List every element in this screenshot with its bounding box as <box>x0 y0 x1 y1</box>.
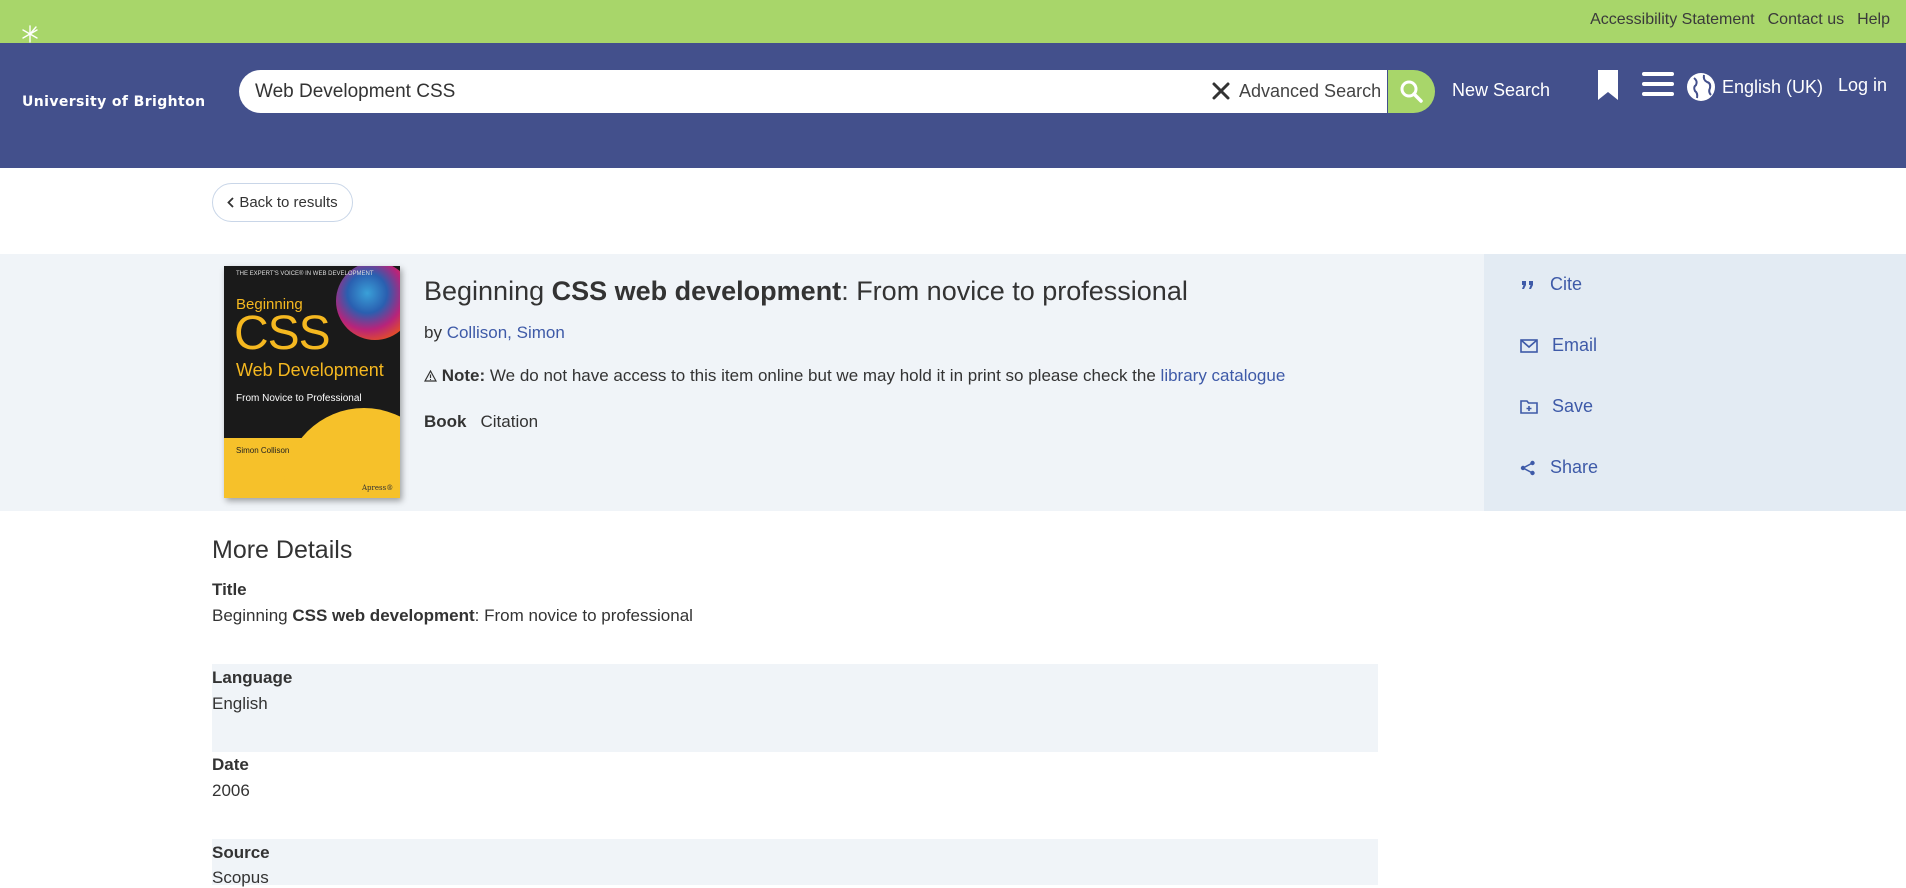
logo-star-icon <box>22 25 38 43</box>
cover-author: Simon Collison <box>236 446 290 455</box>
byline: by Collison, Simon <box>424 323 565 343</box>
by-label: by <box>424 323 442 342</box>
author-link[interactable]: Collison, Simon <box>447 323 565 342</box>
cover-topline: THE EXPERT'S VOICE® IN WEB DEVELOPMENT <box>236 271 374 277</box>
accessibility-statement-link[interactable]: Accessibility Statement <box>1590 11 1755 29</box>
hamburger-menu-icon[interactable] <box>1642 71 1674 97</box>
cover-globe-graphic <box>336 266 400 340</box>
login-link[interactable]: Log in <box>1838 75 1887 96</box>
library-catalogue-link[interactable]: library catalogue <box>1161 366 1286 385</box>
language-selector[interactable]: English (UK) <box>1686 72 1823 102</box>
detail-title-value: Beginning CSS web development: From novi… <box>212 606 693 626</box>
detail-row-source: Source Scopus <box>212 839 1378 888</box>
save-label: Save <box>1552 396 1594 416</box>
format-type: Book <box>424 412 467 431</box>
bookmark-icon[interactable] <box>1597 69 1619 101</box>
more-details-heading: More Details <box>212 536 353 564</box>
cite-action[interactable]: Cite <box>1520 274 1582 295</box>
save-action[interactable]: Save <box>1520 396 1593 417</box>
cover-publisher: Apress® <box>362 484 394 492</box>
chevron-left-icon <box>227 197 234 208</box>
record-title[interactable]: Beginning CSS web development: From novi… <box>424 276 1188 307</box>
detail-date-label: Date <box>212 755 249 774</box>
detail-source-label: Source <box>212 843 270 862</box>
detail-title-pre: Beginning <box>212 606 293 625</box>
detail-row-language: Language English <box>212 664 1378 752</box>
clear-search-icon[interactable] <box>1209 79 1233 103</box>
warning-icon <box>423 369 438 382</box>
share-action[interactable]: Share <box>1520 457 1598 478</box>
language-label: English (UK) <box>1722 76 1824 97</box>
detail-date-value: 2006 <box>212 781 250 800</box>
book-cover[interactable]: THE EXPERT'S VOICE® IN WEB DEVELOPMENT B… <box>224 266 400 498</box>
contact-us-link[interactable]: Contact us <box>1768 11 1844 29</box>
envelope-icon <box>1520 338 1538 353</box>
email-action[interactable]: Email <box>1520 335 1597 356</box>
email-label: Email <box>1552 335 1598 355</box>
detail-title-post: : From novice to professional <box>474 606 693 625</box>
cover-line2: CSS <box>234 307 331 360</box>
utility-bar: Accessibility Statement Contact us Help <box>0 0 1906 43</box>
detail-row-date: Date 2006 <box>212 752 1378 840</box>
title-pre: Beginning <box>424 276 552 306</box>
search-button[interactable] <box>1388 70 1435 113</box>
title-bold: CSS web development <box>551 276 842 306</box>
detail-language-value: English <box>212 694 268 713</box>
record-format: Book Citation <box>424 412 538 432</box>
detail-title-bold: CSS web development <box>292 606 475 625</box>
quote-icon <box>1522 280 1533 289</box>
folder-plus-icon <box>1520 400 1538 414</box>
cover-line4: From Novice to Professional <box>236 393 362 404</box>
search-bar: Advanced Search <box>239 70 1387 113</box>
detail-title-label: Title <box>212 580 247 599</box>
title-post: : From novice to professional <box>841 276 1188 306</box>
share-label: Share <box>1550 457 1599 477</box>
back-label: Back to results <box>239 194 338 211</box>
new-search-link[interactable]: New Search <box>1452 80 1550 101</box>
detail-language-label: Language <box>212 668 293 687</box>
detail-source-link[interactable]: Scopus <box>212 868 269 888</box>
utility-links: Accessibility Statement Contact us Help <box>1590 11 1890 29</box>
search-input[interactable] <box>255 70 1155 113</box>
note-label: Note: <box>441 366 486 385</box>
note-text: We do not have access to this item onlin… <box>489 366 1156 385</box>
cover-line3: Web Development <box>236 360 384 380</box>
cite-label: Cite <box>1550 274 1583 294</box>
logo-text: University of Brighton <box>22 94 206 110</box>
back-to-results-button[interactable]: Back to results <box>212 183 353 222</box>
help-link[interactable]: Help <box>1857 11 1890 29</box>
advanced-search-link[interactable]: Advanced Search <box>1239 81 1381 102</box>
availability-note: Note: We do not have access to this item… <box>423 366 1286 386</box>
globe-icon <box>1687 73 1715 101</box>
search-icon <box>1400 80 1423 103</box>
detail-row-title: Title Beginning CSS web development: Fro… <box>212 578 1378 658</box>
citation-label[interactable]: Citation <box>481 412 539 432</box>
share-icon <box>1520 460 1535 475</box>
